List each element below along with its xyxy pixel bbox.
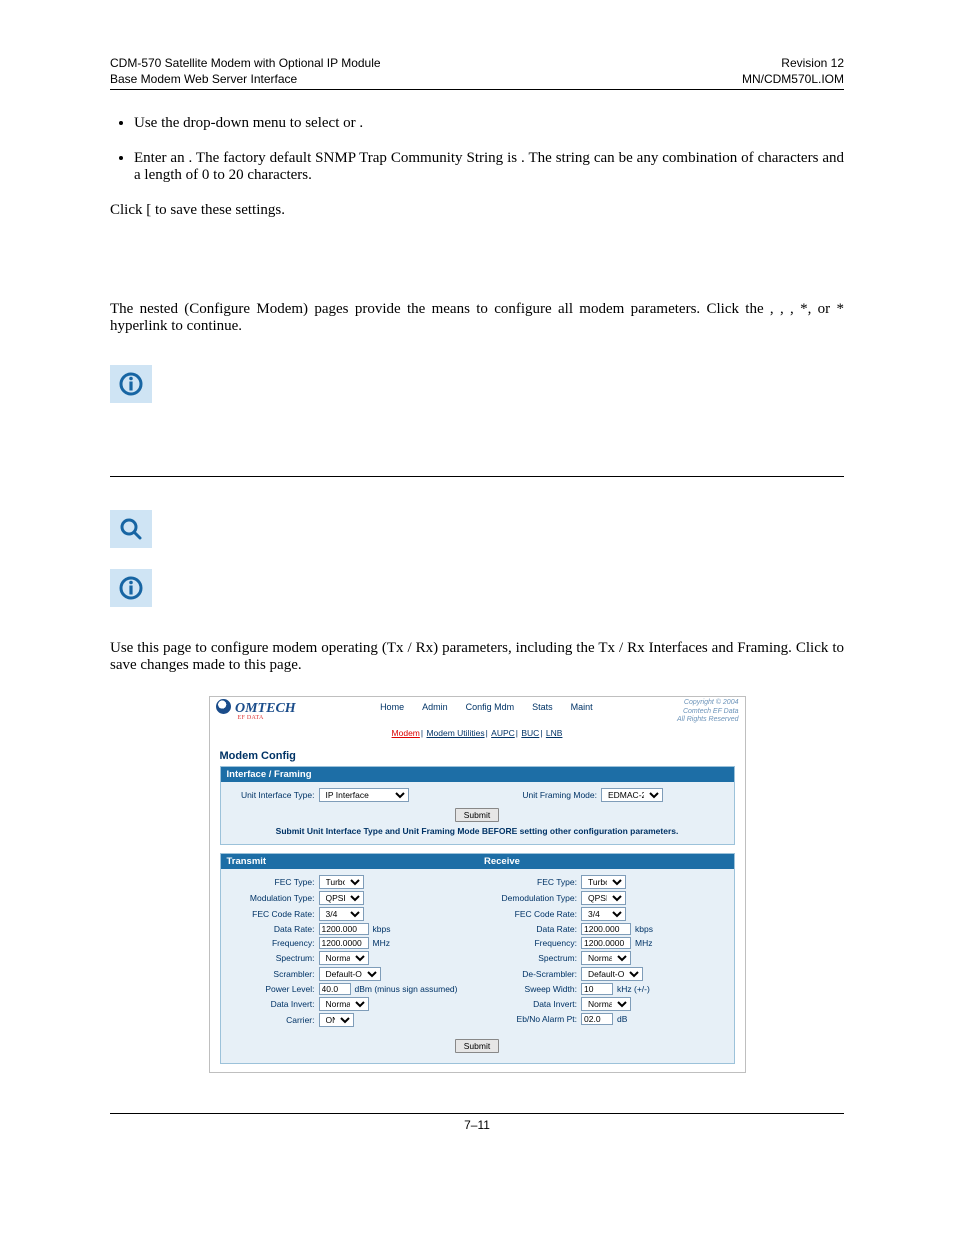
rx-eb-input[interactable]: [581, 1013, 613, 1025]
subtab-modem[interactable]: Modem: [392, 728, 420, 738]
rx-eb-label: Eb/No Alarm Pt:: [477, 1014, 581, 1024]
tx-spec-select[interactable]: Normal: [319, 951, 369, 965]
tab-stats[interactable]: Stats: [532, 702, 553, 712]
rx-fec-label: FEC Type:: [477, 877, 581, 887]
rx-mod-label: Demodulation Type:: [477, 893, 581, 903]
tx-rate-input[interactable]: [319, 923, 369, 935]
tx-freq-input[interactable]: [319, 937, 369, 949]
tx-spec-label: Spectrum:: [227, 953, 319, 963]
unit-interface-type-select[interactable]: IP Interface: [319, 788, 409, 802]
tx-inv-select[interactable]: Normal: [319, 997, 369, 1011]
rx-header: Receive: [470, 856, 728, 867]
copyright-1: Copyright © 2004: [677, 699, 738, 707]
rx-code-label: FEC Code Rate:: [477, 909, 581, 919]
tx-car-label: Carrier:: [227, 1015, 319, 1025]
header-left-1: CDM-570 Satellite Modem with Optional IP…: [110, 55, 381, 71]
tx-pwr-label: Power Level:: [227, 984, 319, 994]
tx-scr-select[interactable]: Default-On: [319, 967, 381, 981]
if-left-label: Unit Interface Type:: [227, 790, 319, 800]
rx-mod-select[interactable]: QPSK: [581, 891, 626, 905]
tx-pwr-unit: dBm (minus sign assumed): [355, 984, 458, 994]
tab-maint[interactable]: Maint: [571, 702, 593, 712]
header-right-2: MN/CDM570L.IOM: [742, 71, 844, 87]
mid-rule: [110, 476, 844, 477]
tab-home[interactable]: Home: [380, 702, 404, 712]
rx-freq-label: Frequency:: [477, 938, 581, 948]
info-icon: [110, 365, 152, 403]
panel-title: Modem Config: [210, 744, 745, 766]
tx-scr-label: Scrambler:: [227, 969, 319, 979]
copyright-3: All Rights Reserved: [677, 716, 738, 724]
rx-scr-select[interactable]: Default-On: [581, 967, 643, 981]
submit-button-1[interactable]: Submit: [455, 808, 499, 822]
tx-header: Transmit: [227, 856, 471, 867]
use-page-paragraph: Use this page to configure modem operati…: [110, 640, 844, 674]
tx-freq-unit: MHz: [373, 938, 390, 948]
tx-mod-select[interactable]: QPSK: [319, 891, 364, 905]
rx-code-select[interactable]: 3/4: [581, 907, 626, 921]
submit-button-2[interactable]: Submit: [455, 1039, 499, 1053]
rx-freq-unit: MHz: [635, 938, 652, 948]
magnifier-icon: [110, 510, 152, 548]
tx-rate-label: Data Rate:: [227, 924, 319, 934]
tx-code-select[interactable]: 3/4: [319, 907, 364, 921]
tx-pwr-input[interactable]: [319, 983, 351, 995]
subtab-buc[interactable]: BUC: [521, 728, 539, 738]
tx-code-label: FEC Code Rate:: [227, 909, 319, 919]
rx-inv-label: Data Invert:: [477, 999, 581, 1009]
footer-rule: [110, 1113, 844, 1114]
subtab-aupc[interactable]: AUPC: [491, 728, 515, 738]
nested-paragraph: The nested (Configure Modem) pages provi…: [110, 301, 844, 335]
tx-fec-select[interactable]: Turbo: [319, 875, 364, 889]
rx-fec-select[interactable]: Turbo: [581, 875, 626, 889]
if-header: Interface / Framing: [227, 769, 728, 780]
tab-admin[interactable]: Admin: [422, 702, 448, 712]
header-right-1: Revision 12: [742, 55, 844, 71]
bullet-1: Use the drop-down menu to select or .: [134, 115, 844, 132]
rx-sw-label: Sweep Width:: [477, 984, 581, 994]
tx-freq-label: Frequency:: [227, 938, 319, 948]
tx-car-select[interactable]: ON: [319, 1013, 354, 1027]
header-rule: [110, 89, 844, 90]
tx-rate-unit: kbps: [373, 924, 391, 934]
subtab-lnb[interactable]: LNB: [546, 728, 563, 738]
rx-sw-unit: kHz (+/-): [617, 984, 650, 994]
unit-framing-mode-select[interactable]: EDMAC-2: [601, 788, 663, 802]
rx-rate-input[interactable]: [581, 923, 631, 935]
modem-config-screenshot: OMTECH EF DATA Home Admin Config Mdm Sta…: [209, 696, 746, 1072]
rx-spec-select[interactable]: Normal: [581, 951, 631, 965]
copyright-2: Comtech EF Data: [677, 708, 738, 716]
rx-scr-label: De-Scrambler:: [477, 969, 581, 979]
rx-sw-input[interactable]: [581, 983, 613, 995]
tx-inv-label: Data Invert:: [227, 999, 319, 1009]
subtab-utilities[interactable]: Modem Utilities: [426, 728, 484, 738]
info-icon-2: [110, 569, 152, 607]
rx-eb-unit: dB: [617, 1014, 627, 1024]
if-right-label: Unit Framing Mode:: [477, 790, 601, 800]
logo: OMTECH EF DATA: [216, 699, 296, 721]
header-left-2: Base Modem Web Server Interface: [110, 71, 381, 87]
rx-freq-input[interactable]: [581, 937, 631, 949]
if-note: Submit Unit Interface Type and Unit Fram…: [227, 826, 728, 836]
page-number: 7–11: [110, 1118, 844, 1132]
tx-fec-label: FEC Type:: [227, 877, 319, 887]
click-save-line: Click [ to save these settings.: [110, 202, 844, 219]
rx-spec-label: Spectrum:: [477, 953, 581, 963]
tx-mod-label: Modulation Type:: [227, 893, 319, 903]
rx-inv-select[interactable]: Normal: [581, 997, 631, 1011]
tab-config-mdm[interactable]: Config Mdm: [466, 702, 515, 712]
bullet-2: Enter an . The factory default SNMP Trap…: [134, 150, 844, 184]
rx-rate-unit: kbps: [635, 924, 653, 934]
rx-rate-label: Data Rate:: [477, 924, 581, 934]
